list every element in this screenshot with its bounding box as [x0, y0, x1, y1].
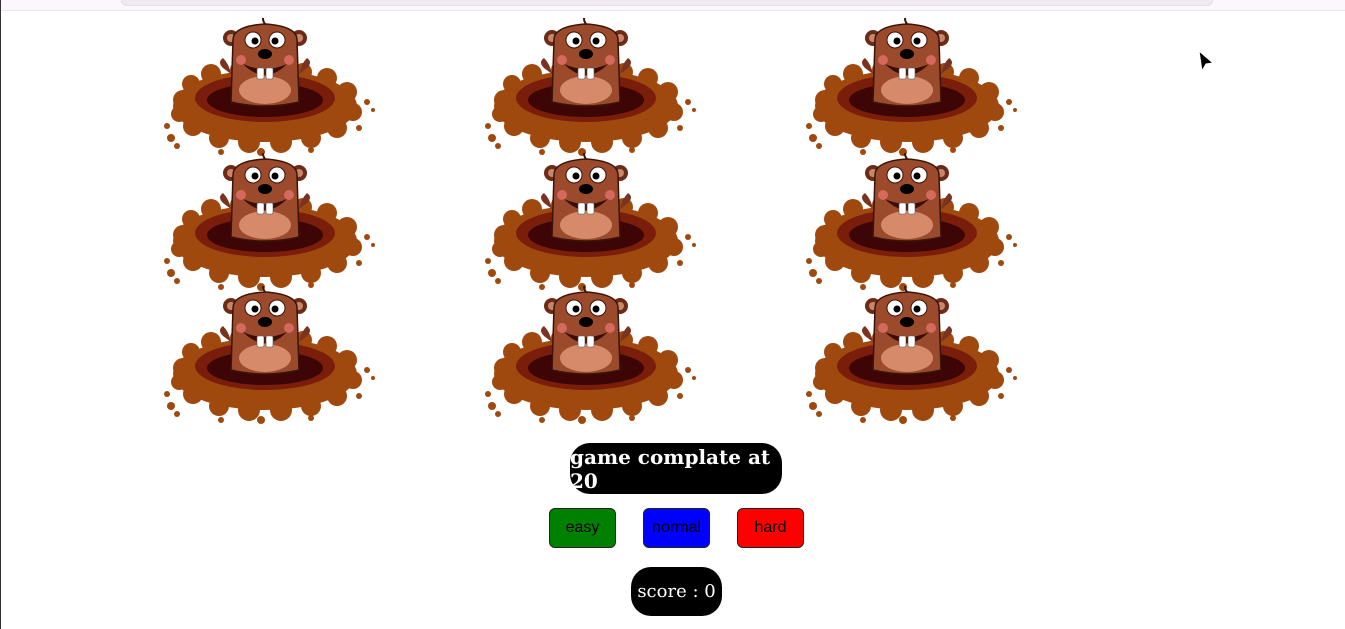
score-display: score : 0 [631, 567, 722, 616]
mole-icon [806, 286, 1017, 424]
mole-hole[interactable] [482, 18, 704, 158]
mole-icon [164, 286, 375, 424]
easy-button[interactable]: easy [549, 508, 616, 548]
game-viewport: game complate at 20 easy normal hard sco… [0, 0, 1345, 629]
mole-icon [164, 18, 375, 156]
mole-hole[interactable] [482, 286, 704, 426]
mole-hole[interactable] [803, 18, 1025, 158]
mole-hole[interactable] [803, 153, 1025, 293]
mole-icon [485, 286, 696, 424]
mole-icon [485, 18, 696, 156]
mole-icon [806, 18, 1017, 156]
mole-hole[interactable] [161, 153, 383, 293]
mole-hole[interactable] [803, 286, 1025, 426]
mole-hole[interactable] [161, 18, 383, 158]
browser-toolbar [1, 0, 1345, 11]
mole-hole[interactable] [161, 286, 383, 426]
mole-icon [164, 153, 375, 291]
address-bar[interactable] [121, 0, 1213, 6]
game-status-banner: game complate at 20 [570, 443, 782, 494]
normal-button[interactable]: normal [643, 508, 710, 548]
mole-grid [161, 18, 1031, 433]
mole-icon [806, 153, 1017, 291]
mouse-cursor-icon [1198, 50, 1215, 73]
hard-button[interactable]: hard [737, 508, 804, 548]
mole-icon [485, 153, 696, 291]
mole-hole[interactable] [482, 153, 704, 293]
